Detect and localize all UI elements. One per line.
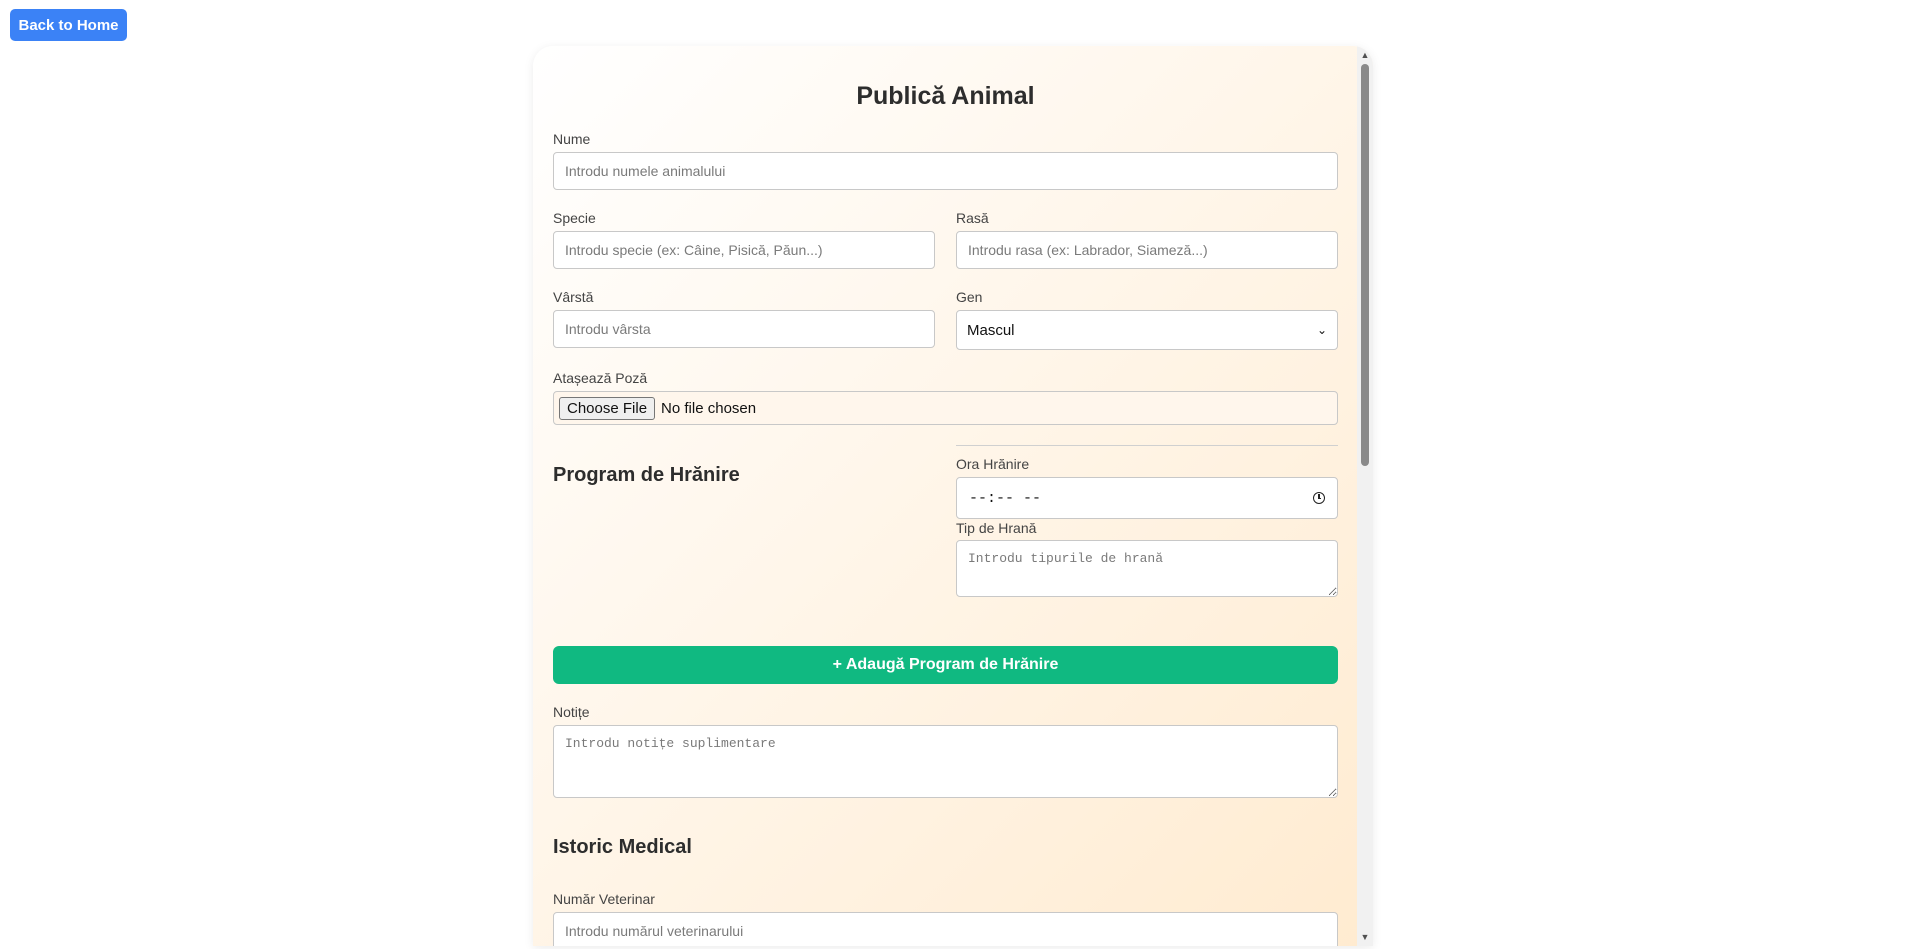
gender-label: Gen (956, 289, 983, 305)
file-status-text: No file chosen (661, 399, 757, 417)
breed-input[interactable] (956, 231, 1338, 269)
back-to-home-button[interactable]: Back to Home (10, 9, 127, 41)
age-input[interactable] (553, 310, 935, 348)
species-label: Specie (553, 210, 596, 226)
feeding-divider (956, 445, 1338, 446)
page-title: Publică Animal (856, 82, 1035, 110)
chevron-down-icon: ⌄ (1316, 323, 1327, 337)
photo-label: Atașează Poză (553, 370, 648, 386)
species-input[interactable] (553, 231, 935, 269)
breed-label: Rasă (956, 210, 989, 226)
gender-select[interactable]: Mascul ⌄ (956, 310, 1338, 350)
clock-icon[interactable] (1313, 492, 1325, 504)
name-input[interactable] (553, 152, 1338, 190)
notes-textarea[interactable] (553, 725, 1338, 798)
vet-number-input[interactable] (553, 912, 1338, 946)
feeding-section-title: Program de Hrănire (553, 464, 740, 486)
name-label: Nume (553, 131, 591, 147)
vet-number-label: Număr Veterinar (553, 891, 655, 907)
feeding-time-label: Ora Hrănire (956, 456, 1030, 472)
gender-selected-value: Mascul (967, 321, 1015, 339)
feeding-time-input[interactable]: --:-- -- (956, 477, 1338, 519)
age-label: Vârstă (553, 289, 594, 305)
publish-animal-card: Publică Animal Nume Specie Rasă Vârstă G… (533, 46, 1373, 946)
photo-file-input[interactable]: Choose File No file chosen (553, 391, 1338, 425)
food-type-label: Tip de Hrană (956, 520, 1037, 536)
notes-label: Notițe (553, 704, 590, 720)
food-type-textarea[interactable] (956, 540, 1338, 597)
scroll-down-arrow-icon[interactable]: ▼ (1357, 930, 1373, 944)
scrollbar-thumb[interactable] (1361, 64, 1369, 466)
scroll-up-arrow-icon[interactable]: ▲ (1357, 48, 1373, 62)
add-feeding-schedule-button[interactable]: + Adaugă Program de Hrănire (553, 646, 1338, 684)
choose-file-button[interactable]: Choose File (559, 396, 656, 420)
feeding-time-value: --:-- -- (969, 489, 1042, 507)
form-scrollbar[interactable]: ▲ ▼ (1357, 46, 1373, 946)
medical-history-section-title: Istoric Medical (553, 836, 692, 858)
